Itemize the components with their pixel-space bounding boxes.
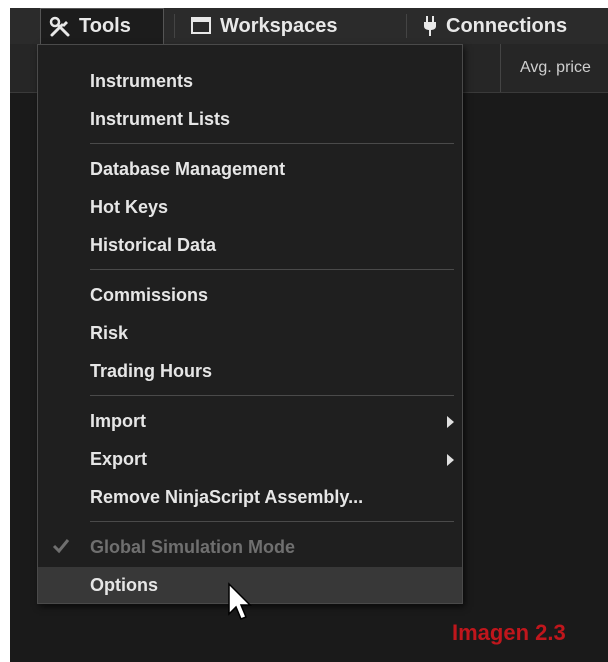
menu-bar: Tools Workspaces Connections bbox=[10, 8, 608, 45]
menu-separator bbox=[406, 14, 407, 38]
menu-item-global-simulation-mode: Global Simulation Mode bbox=[38, 529, 462, 565]
watermark-label: Imagen 2.3 bbox=[452, 620, 566, 645]
menu-item-risk[interactable]: Risk bbox=[38, 315, 462, 351]
menu-divider bbox=[90, 521, 454, 522]
menu-item-remove-ninjascript-assembly[interactable]: Remove NinjaScript Assembly... bbox=[38, 479, 462, 515]
menu-connections-label: Connections bbox=[446, 14, 568, 37]
column-header-avg-price[interactable]: Avg. price bbox=[520, 44, 591, 92]
menu-divider bbox=[90, 143, 454, 144]
menu-item-label: Hot Keys bbox=[90, 196, 169, 217]
chevron-right-icon bbox=[447, 454, 454, 466]
menu-item-database-management[interactable]: Database Management bbox=[38, 151, 462, 187]
menu-item-label: Options bbox=[90, 574, 158, 595]
menu-item-instrument-lists[interactable]: Instrument Lists bbox=[38, 101, 462, 137]
menu-item-label: Global Simulation Mode bbox=[90, 536, 296, 557]
menu-item-hot-keys[interactable]: Hot Keys bbox=[38, 189, 462, 225]
menu-separator bbox=[174, 14, 175, 38]
menu-item-historical-data[interactable]: Historical Data bbox=[38, 227, 462, 263]
menu-item-label: Trading Hours bbox=[90, 360, 213, 381]
app-window: Tools Workspaces Connections Avg. price … bbox=[10, 8, 608, 662]
menu-item-label: Risk bbox=[90, 322, 129, 343]
wrench-screwdriver-icon bbox=[49, 16, 70, 36]
menu-item-label: Database Management bbox=[90, 158, 286, 179]
menu-divider bbox=[90, 269, 454, 270]
tools-dropdown-menu: Instruments Instrument Lists Database Ma… bbox=[37, 44, 463, 604]
menu-item-label: Remove NinjaScript Assembly... bbox=[90, 486, 364, 507]
mouse-pointer-icon bbox=[228, 582, 252, 620]
menu-workspaces-label: Workspaces bbox=[220, 14, 338, 37]
menu-item-export[interactable]: Export bbox=[38, 441, 462, 477]
menu-workspaces[interactable]: Workspaces bbox=[190, 8, 337, 44]
menu-item-label: Instrument Lists bbox=[90, 108, 231, 129]
menu-item-instruments[interactable]: Instruments bbox=[38, 63, 462, 99]
menu-item-label: Commissions bbox=[90, 284, 209, 305]
menu-item-label: Historical Data bbox=[90, 234, 217, 255]
menu-divider bbox=[90, 395, 454, 396]
menu-item-label: Export bbox=[90, 448, 148, 469]
menu-item-label: Instruments bbox=[90, 70, 194, 91]
menu-item-import[interactable]: Import bbox=[38, 403, 462, 439]
menu-item-trading-hours[interactable]: Trading Hours bbox=[38, 353, 462, 389]
menu-connections[interactable]: Connections bbox=[422, 8, 567, 44]
column-separator bbox=[500, 44, 501, 92]
check-icon bbox=[52, 539, 70, 554]
menu-item-label: Import bbox=[90, 410, 146, 431]
menu-tools-label: Tools bbox=[79, 15, 131, 37]
menu-item-commissions[interactable]: Commissions bbox=[38, 277, 462, 313]
plug-icon bbox=[424, 16, 436, 36]
menu-tools[interactable]: Tools bbox=[40, 8, 164, 44]
chevron-right-icon bbox=[447, 416, 454, 428]
window-icon bbox=[191, 17, 211, 34]
